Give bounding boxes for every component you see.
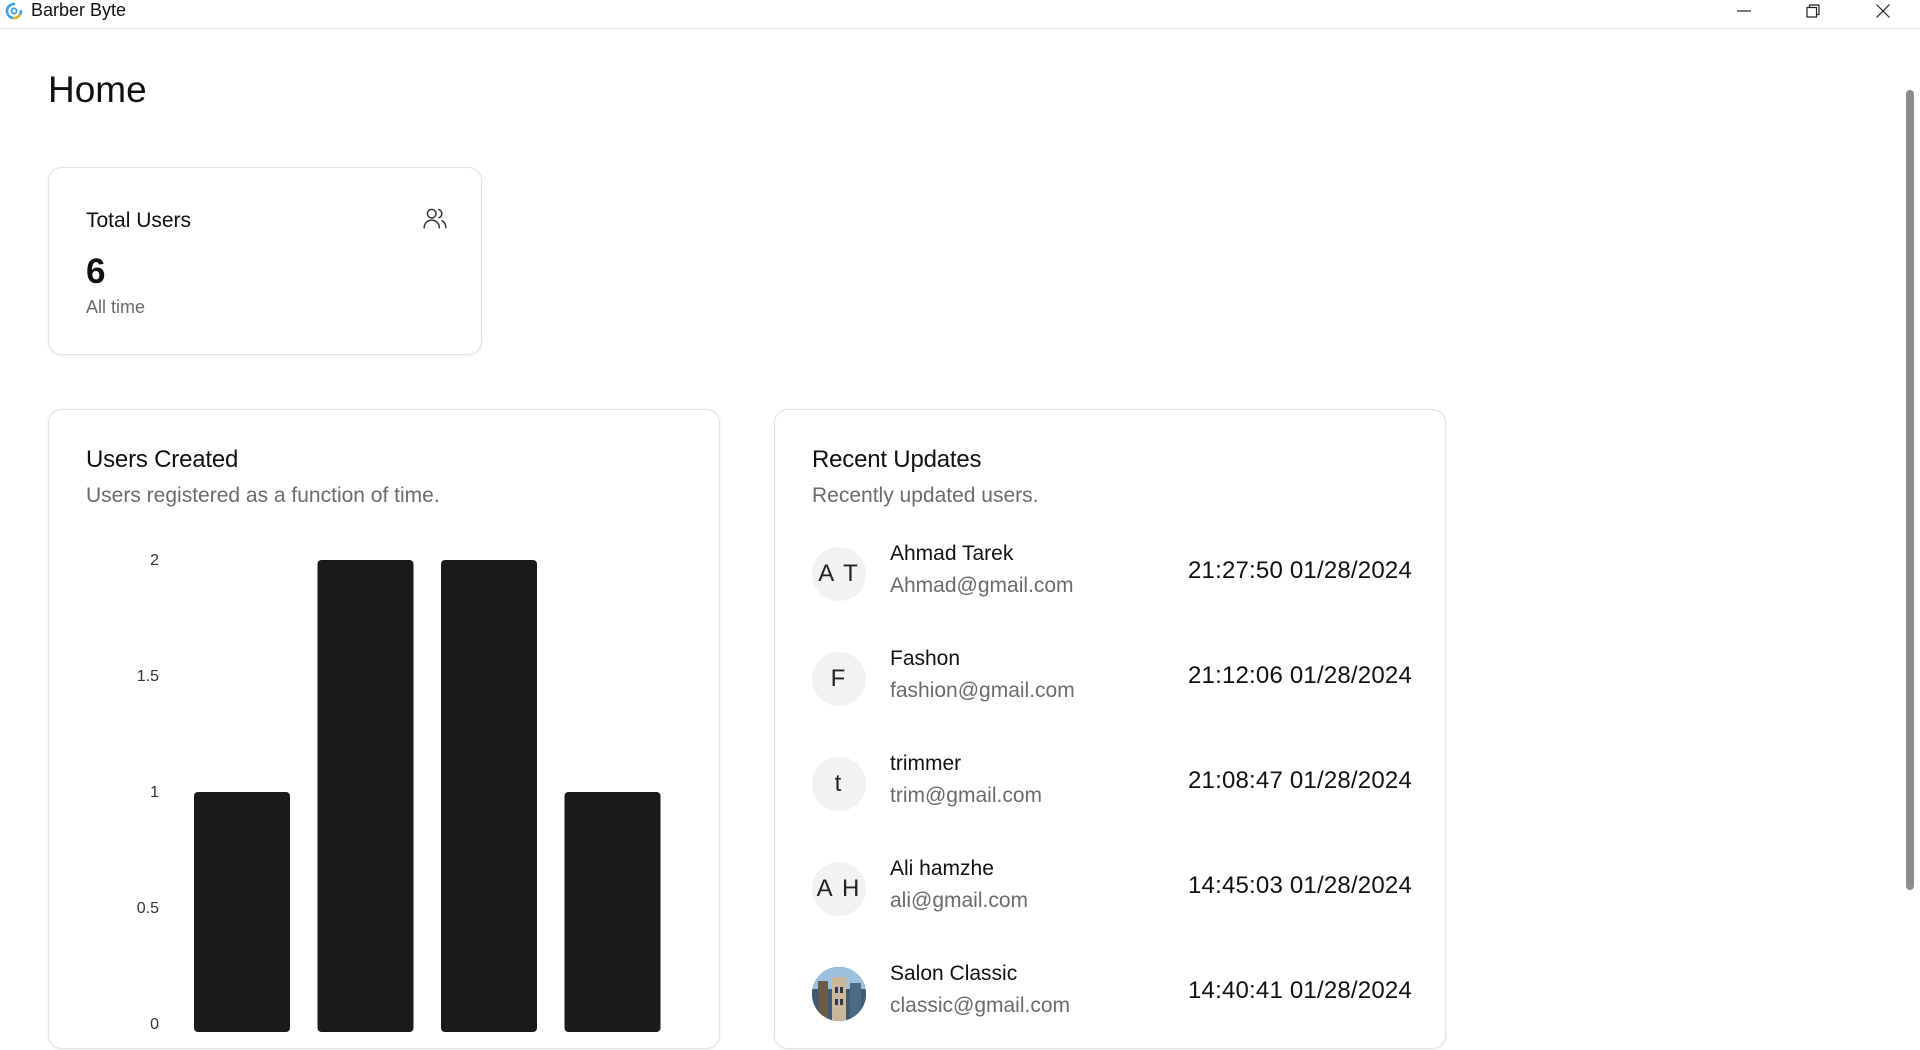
avatar: t <box>812 757 866 811</box>
app-title: Barber Byte <box>31 0 127 20</box>
update-row[interactable]: Salon Classic classic@gmail.com 14:40:41… <box>812 962 1412 1037</box>
updated-time: 21:27:50 01/28/2024 <box>1187 557 1412 584</box>
y-tick-label: 0.5 <box>137 900 159 917</box>
user-name: Ahmad Tarek <box>890 542 1014 565</box>
user-name: Fashon <box>890 647 961 670</box>
user-name: Salon Classic <box>890 962 1018 985</box>
total-users-title: Total Users <box>86 209 192 232</box>
total-users-value: 6 <box>86 252 106 291</box>
updated-time: 21:12:06 01/28/2024 <box>1187 662 1412 689</box>
chart-bar <box>317 560 414 1032</box>
update-row[interactable]: A T Ahmad Tarek Ahmad@gmail.com 21:27:50… <box>812 542 1412 617</box>
update-row[interactable]: F Fashon fashion@gmail.com 21:12:06 01/2… <box>812 647 1412 722</box>
restore-button[interactable] <box>1783 0 1843 22</box>
user-email: trim@gmail.com <box>890 784 1042 807</box>
y-tick-label: 2 <box>150 552 159 569</box>
user-email: ali@gmail.com <box>890 889 1029 912</box>
updated-time: 14:45:03 01/28/2024 <box>1187 872 1412 899</box>
user-name: trimmer <box>890 752 962 775</box>
users-created-card: Users Created Users registered as a func… <box>48 409 720 1049</box>
updated-time: 14:40:41 01/28/2024 <box>1187 977 1412 1004</box>
user-email: Ahmad@gmail.com <box>890 574 1074 597</box>
recent-updates-card: Recent Updates Recently updated users. A… <box>774 409 1446 1049</box>
recent-updates-title: Recent Updates <box>812 446 982 473</box>
page-title: Home <box>48 69 147 110</box>
user-email: classic@gmail.com <box>890 994 1071 1017</box>
avatar-photo <box>812 967 866 1021</box>
y-tick-label: 1 <box>150 784 159 801</box>
restore-icon <box>1806 4 1820 18</box>
chart-bar <box>564 792 661 1032</box>
updated-time: 21:08:47 01/28/2024 <box>1187 767 1412 794</box>
user-name: Ali hamzhe <box>890 857 994 880</box>
chart-bar <box>194 792 290 1032</box>
vertical-scrollbar[interactable] <box>1906 90 1914 890</box>
minimize-button[interactable] <box>1714 0 1774 22</box>
chart-bar <box>441 560 537 1032</box>
update-row[interactable]: t trimmer trim@gmail.com 21:08:47 01/28/… <box>812 752 1412 827</box>
close-button[interactable] <box>1853 0 1913 22</box>
y-tick-label: 0 <box>150 1016 159 1033</box>
recent-updates-subtitle: Recently updated users. <box>812 484 1039 507</box>
y-tick-label: 1.5 <box>137 668 159 685</box>
close-icon <box>1876 4 1890 18</box>
total-users-subtitle: All time <box>86 297 146 317</box>
avatar: A T <box>812 547 866 601</box>
title-bar: Barber Byte <box>0 0 1920 29</box>
user-email: fashion@gmail.com <box>890 679 1075 702</box>
avatar: F <box>812 652 866 706</box>
users-created-chart: 0 0.5 1 1.5 2 <box>137 552 661 1033</box>
update-row[interactable]: A H Ali hamzhe ali@gmail.com 14:45:03 01… <box>812 857 1412 932</box>
minimize-icon <box>1737 10 1751 12</box>
salon-photo-icon <box>812 967 866 1021</box>
total-users-card: Total Users 6 All time <box>48 167 482 355</box>
app-logo-icon <box>5 2 23 20</box>
users-icon <box>423 208 447 229</box>
avatar: A H <box>812 862 866 916</box>
